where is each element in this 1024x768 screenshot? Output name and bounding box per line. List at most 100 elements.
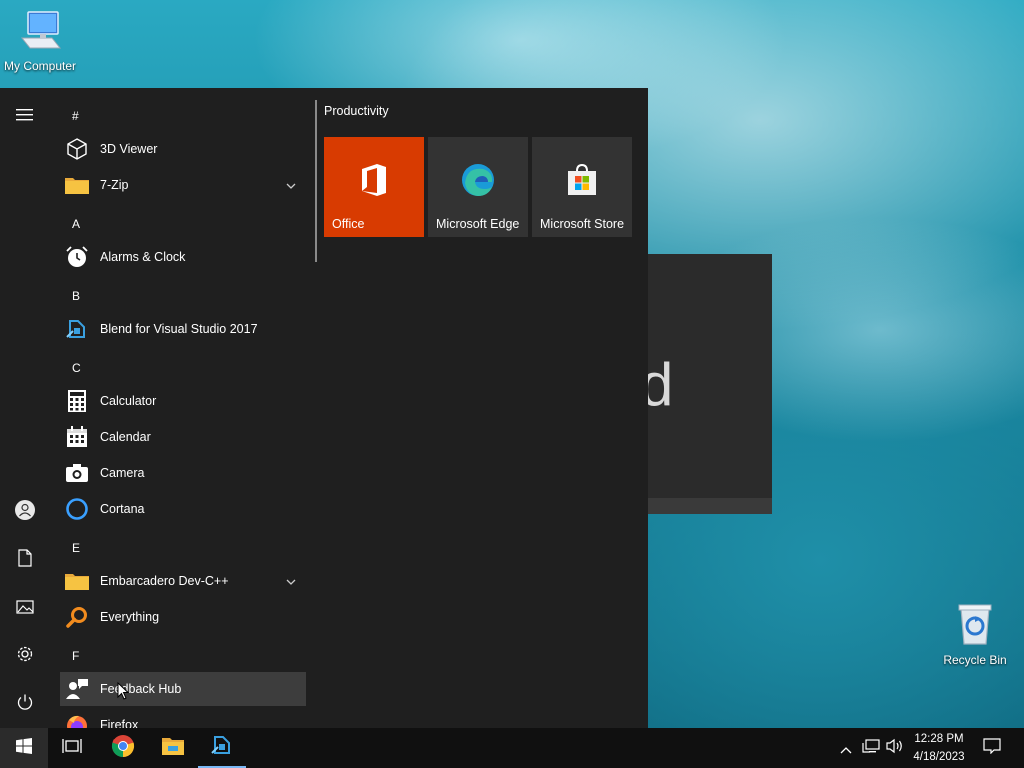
tile-office[interactable]: Office xyxy=(324,137,424,237)
app-item-label: Calculator xyxy=(100,394,157,408)
clock-button[interactable]: 12:28 PM 4/18/2023 xyxy=(906,730,972,766)
monitor-icon xyxy=(16,11,64,57)
pictures-button[interactable] xyxy=(0,588,50,628)
tile-label: Office xyxy=(332,217,365,231)
app-item-label: Alarms & Clock xyxy=(100,250,186,264)
chrome-icon xyxy=(111,734,135,762)
3d-viewer-icon xyxy=(64,136,90,162)
app-item-label: 7-Zip xyxy=(100,178,129,192)
blend-icon xyxy=(210,733,234,761)
app-item-3d-viewer[interactable]: 3D Viewer xyxy=(60,132,306,166)
gear-icon xyxy=(16,645,34,667)
start-menu: # 3D Viewer 7-Zip A Alarms & Clock B Ble… xyxy=(0,88,648,728)
app-list-header[interactable]: A xyxy=(72,206,80,242)
app-item-firefox[interactable]: Firefox xyxy=(60,708,306,728)
chevron-down-icon[interactable] xyxy=(286,575,296,589)
calendar-icon xyxy=(64,424,90,450)
app-list-header[interactable]: C xyxy=(72,350,81,386)
app-list-header[interactable]: B xyxy=(72,278,80,314)
windows-logo-icon xyxy=(16,738,32,758)
app-list-scrollbar[interactable] xyxy=(315,100,317,262)
tile-label: Microsoft Edge xyxy=(436,217,520,231)
network-icon xyxy=(862,738,880,758)
app-item-label: Camera xyxy=(100,466,145,480)
camera-icon xyxy=(64,460,90,486)
mouse-cursor-icon xyxy=(117,681,130,704)
feedback-icon xyxy=(64,676,90,702)
desktop-icon-my-computer[interactable]: My Computer xyxy=(0,8,80,73)
app-item-label: Feedback Hub xyxy=(100,682,182,696)
pictures-icon xyxy=(16,599,34,618)
desktop-icon-recycle-bin[interactable]: Recycle Bin xyxy=(935,602,1015,667)
user-icon xyxy=(14,499,36,525)
volume-button[interactable] xyxy=(884,728,906,768)
app-item-label: Firefox xyxy=(100,718,139,728)
desktop-icon-label: Recycle Bin xyxy=(943,653,1007,667)
show-hidden-icons-button[interactable] xyxy=(836,728,856,768)
tile-group-title[interactable]: Productivity xyxy=(324,104,389,118)
settings-button[interactable] xyxy=(0,636,50,676)
hamburger-icon xyxy=(16,107,34,126)
volume-icon xyxy=(886,738,904,758)
chevron-down-icon[interactable] xyxy=(286,179,296,193)
expand-menu-button[interactable] xyxy=(0,96,50,136)
task-view-icon xyxy=(62,738,82,758)
app-list-header[interactable]: E xyxy=(72,530,80,566)
tile-microsoft-store[interactable]: Microsoft Store xyxy=(532,137,632,237)
app-item-label: Cortana xyxy=(100,502,145,516)
app-item-label: Everything xyxy=(100,610,160,624)
documents-button[interactable] xyxy=(0,540,50,580)
tile-microsoft-edge[interactable]: Microsoft Edge xyxy=(428,137,528,237)
app-item-label: 3D Viewer xyxy=(100,142,158,156)
document-icon xyxy=(18,549,32,571)
app-item-camera[interactable]: Camera xyxy=(60,456,306,490)
account-button[interactable] xyxy=(0,492,50,532)
folder-icon xyxy=(64,172,90,198)
app-item-calculator[interactable]: Calculator xyxy=(60,384,306,418)
app-item-label: Calendar xyxy=(100,430,151,444)
start-button[interactable] xyxy=(0,728,48,768)
app-item-alarms-clock[interactable]: Alarms & Clock xyxy=(60,240,306,274)
chrome-taskbar-button[interactable] xyxy=(98,728,148,768)
app-item-blend[interactable]: Blend for Visual Studio 2017 xyxy=(60,312,306,346)
notification-icon xyxy=(983,738,1001,758)
clock-time: 12:28 PM xyxy=(914,733,964,745)
app-item-feedback-hub[interactable]: Feedback Hub xyxy=(60,672,306,706)
firefox-icon xyxy=(64,712,90,728)
task-view-button[interactable] xyxy=(48,728,96,768)
cortana-icon xyxy=(64,496,90,522)
chevron-up-icon xyxy=(840,739,852,758)
recycle-bin-icon xyxy=(953,604,997,651)
network-button[interactable] xyxy=(858,728,884,768)
alarm-clock-icon xyxy=(64,244,90,270)
app-item-label: Blend for Visual Studio 2017 xyxy=(100,322,258,336)
app-list-header[interactable]: # xyxy=(72,98,79,134)
app-list-header[interactable]: F xyxy=(72,638,79,674)
edge-icon xyxy=(461,163,495,200)
app-item-embarcadero-dev-cpp[interactable]: Embarcadero Dev-C++ xyxy=(60,564,306,598)
app-list[interactable]: # 3D Viewer 7-Zip A Alarms & Clock B Ble… xyxy=(58,88,308,728)
window-bottom-bar xyxy=(640,498,772,514)
app-item-everything[interactable]: Everything xyxy=(60,600,306,634)
file-explorer-taskbar-button[interactable] xyxy=(148,728,198,768)
clock-date: 4/18/2023 xyxy=(913,751,965,763)
store-icon xyxy=(566,163,598,200)
notifications-button[interactable] xyxy=(978,728,1006,768)
background-window[interactable]: d xyxy=(640,254,772,514)
office-icon xyxy=(359,163,389,200)
file-explorer-icon xyxy=(161,736,185,760)
power-button[interactable] xyxy=(0,684,50,724)
blend-icon xyxy=(64,316,90,342)
app-item-calendar[interactable]: Calendar xyxy=(60,420,306,454)
start-menu-rail xyxy=(0,88,50,728)
taskbar: 12:28 PM 4/18/2023 xyxy=(0,728,1024,768)
blend-taskbar-button[interactable] xyxy=(198,728,246,768)
calculator-icon xyxy=(64,388,90,414)
app-item-cortana[interactable]: Cortana xyxy=(60,492,306,526)
app-item-7-zip[interactable]: 7-Zip xyxy=(60,168,306,202)
app-item-label: Embarcadero Dev-C++ xyxy=(100,574,229,588)
folder-icon xyxy=(64,568,90,594)
power-icon xyxy=(16,693,34,715)
magnifier-icon xyxy=(64,604,90,630)
tile-label: Microsoft Store xyxy=(540,217,625,231)
